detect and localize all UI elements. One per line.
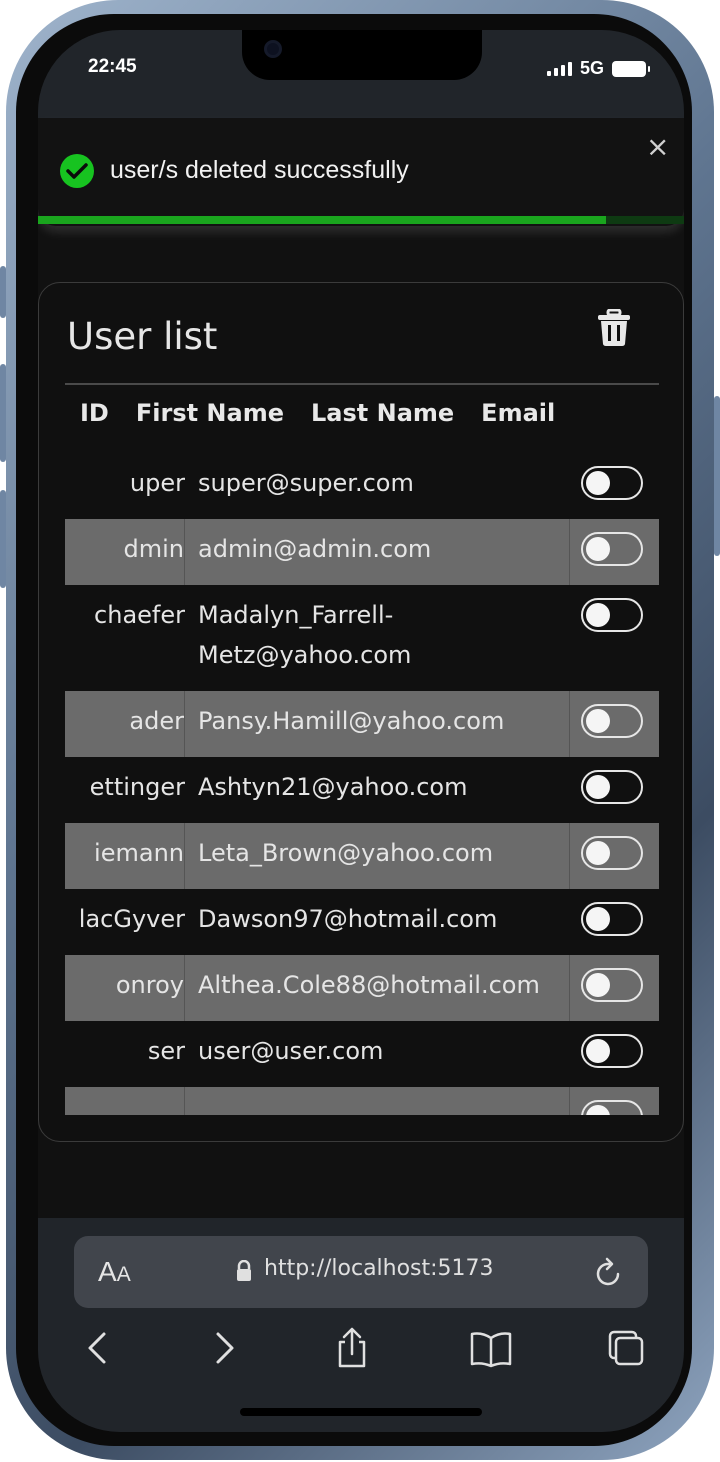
share-icon[interactable] [332,1326,372,1370]
user-email-line: Madalyn_Farrell- [198,601,394,629]
user-email: Althea.Cole88@hotmail.com [198,971,540,999]
back-icon[interactable] [80,1326,120,1370]
column-separator [569,691,570,757]
address-bar[interactable]: AA http://localhost:5173 [74,1236,648,1308]
front-camera [264,40,282,58]
table-row: lacGyver Dawson97@hotmail.com [65,889,659,955]
user-name-cell: lacGyver [65,889,185,955]
table-row: ser user@user.com [65,1021,659,1087]
user-email: Ashtyn21@yahoo.com [198,773,468,801]
select-user-toggle[interactable] [581,902,643,936]
home-indicator [240,1408,482,1416]
column-separator [569,519,570,585]
column-last-name: Last Name [311,399,455,427]
table-row: uper super@super.com [65,453,659,519]
action-button [0,266,6,318]
user-name: chaefer [94,601,185,629]
network-label: 5G [579,58,604,78]
user-name-cell: chaefer [65,585,185,691]
user-list-card: User list ID First Name Last Name Email … [38,282,684,1142]
column-separator [569,1087,570,1115]
column-separator [569,823,570,889]
forward-icon[interactable] [202,1326,242,1370]
trash-icon[interactable] [597,308,631,347]
lock-icon [236,1259,252,1282]
battery-icon [612,60,650,77]
tabs-icon[interactable] [606,1326,646,1370]
text-size-label-small: A [116,1263,131,1286]
user-table-body[interactable]: uper super@super.com dmin admin@admin.com ch… [65,453,659,1115]
select-user-toggle[interactable] [581,704,643,738]
user-name: onroy [115,971,184,999]
volume-up-button [0,364,6,462]
column-email: Email [481,399,556,427]
table-row: onroy Althea.Cole88@hotmail.com [65,955,659,1021]
check-circle-icon [60,154,94,188]
user-email: user@user.com [198,1037,384,1065]
user-name-cell [65,1087,185,1115]
status-bar: 22:45 5G [38,30,684,118]
user-email: super@super.com [198,469,414,497]
user-name-cell: ser [65,1021,185,1087]
url-text: http://localhost:5173 [264,1256,494,1281]
user-name: ader [129,707,184,735]
success-toast: user/s deleted successfully × [38,118,684,226]
user-name-cell: ettinger [65,757,185,823]
user-name-cell: dmin [65,519,185,585]
toast-progress-track [38,216,684,224]
select-user-toggle[interactable] [581,1100,643,1115]
user-name: dmin [123,535,185,563]
table-row: dmin admin@admin.com [65,519,659,585]
table-header: ID First Name Last Name Email [80,399,640,435]
text-size-label-big: A [98,1256,117,1287]
browser-nav [38,1326,684,1386]
toast-progress-bar [38,216,607,224]
user-name: iemann [94,839,184,867]
close-icon[interactable]: × [646,130,669,163]
table-row [65,1087,659,1115]
toast-message: user/s deleted successfully [110,156,409,184]
bookmarks-icon[interactable] [468,1326,514,1370]
table-row: ettinger Ashtyn21@yahoo.com [65,757,659,823]
column-first-name: First Name [135,399,284,427]
user-name-cell: ader [65,691,185,757]
card-title: User list [67,315,218,358]
user-email: admin@admin.com [198,535,432,563]
text-size-button[interactable]: AA [98,1256,131,1288]
user-name: lacGyver [78,905,185,933]
select-user-toggle[interactable] [581,598,643,632]
user-email-line: Metz@yahoo.com [198,641,412,669]
user-email: Pansy.Hamill@yahoo.com [198,707,505,735]
status-time: 22:45 [88,56,137,77]
table-row: chaefer Madalyn_Farrell- Metz@yahoo.com [65,585,659,691]
user-email: Dawson97@hotmail.com [198,905,498,933]
table-row: iemann Leta_Brown@yahoo.com [65,823,659,889]
web-content: User list ID First Name Last Name Email … [38,118,684,1218]
user-name-cell: iemann [65,823,185,889]
power-button [714,396,720,556]
select-user-toggle[interactable] [581,532,643,566]
user-email: Leta_Brown@yahoo.com [198,839,494,867]
column-id: ID [80,399,109,427]
table-row: ader Pansy.Hamill@yahoo.com [65,691,659,757]
reload-icon[interactable] [594,1256,624,1288]
select-user-toggle[interactable] [581,968,643,1002]
card-divider [65,383,659,385]
user-email: Madalyn_Farrell- Metz@yahoo.com [198,595,578,675]
column-separator [569,955,570,1021]
select-user-toggle[interactable] [581,1034,643,1068]
user-name-cell: uper [65,453,185,519]
screen: 22:45 5G User list ID First Name Last Na… [38,30,684,1432]
browser-toolbar: AA http://localhost:5173 [38,1218,684,1432]
select-user-toggle[interactable] [581,770,643,804]
volume-down-button [0,490,6,588]
user-name: uper [129,469,185,497]
signal-icon [546,61,572,76]
user-name-cell: onroy [65,955,185,1021]
user-name: ettinger [89,773,185,801]
select-user-toggle[interactable] [581,466,643,500]
user-name: ser [147,1037,185,1065]
status-indicators: 5G [546,58,650,79]
select-user-toggle[interactable] [581,836,643,870]
